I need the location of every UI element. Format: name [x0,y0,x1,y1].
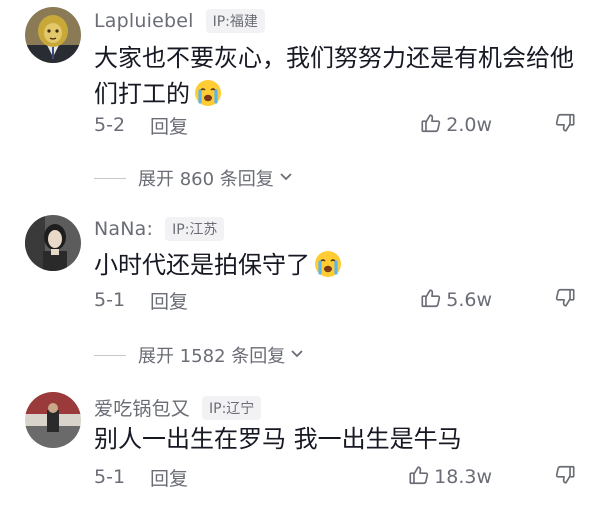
comment-header: Lapluiebel IP:福建 [94,9,265,33]
comment-text-line: 别人一出生在罗马 我一出生是牛马 [94,425,462,453]
comment-meta: 5-2 回复 2.0w [94,110,580,140]
thumbs-down-icon [554,287,576,314]
like-button[interactable]: 18.3w [408,464,492,491]
reply-button[interactable]: 回复 [150,464,188,491]
chevron-down-icon [289,345,305,366]
comment-text-line: 小时代还是拍保守了 [94,251,310,279]
comment-header: 爱吃锅包又 IP:辽宁 [94,394,262,421]
avatar[interactable] [25,215,81,271]
divider-line [94,177,126,179]
dislike-button[interactable] [554,112,576,139]
expand-replies-button[interactable]: 展开 860 条回复 [94,165,294,191]
thumbs-down-icon [554,112,576,139]
comment-date: 5-1 [94,466,126,488]
comment-header: NaNa: IP:江苏 [94,217,225,241]
like-count: 5.6w [446,289,492,311]
comment-text: 别人一出生在罗马 我一出生是牛马 [94,421,574,457]
comment-date: 5-2 [94,114,126,136]
username[interactable]: 爱吃锅包又 [94,394,190,421]
avatar[interactable] [25,7,81,63]
comment-text: 小时代还是拍保守了 [94,247,574,283]
thumbs-up-icon [420,287,442,314]
comment-text: 大家也不要灰心，我们努努力还是有机会给他 们打工的 [94,40,574,112]
comment-text-line: 们打工的 [94,80,190,108]
comment-text-line: 大家也不要灰心，我们努努力还是有机会给他 [94,44,574,72]
reply-button[interactable]: 回复 [150,112,188,139]
username[interactable]: Lapluiebel [94,10,194,32]
reply-button[interactable]: 回复 [150,287,188,314]
dislike-button[interactable] [554,287,576,314]
like-count: 2.0w [446,114,492,136]
ip-location-badge: IP:辽宁 [202,395,262,420]
chevron-down-icon [278,168,294,189]
like-button[interactable]: 2.0w [420,112,492,139]
ip-location-badge: IP:福建 [205,9,265,33]
ip-location-badge: IP:江苏 [165,217,225,241]
username[interactable]: NaNa: [94,218,153,240]
expand-replies-label: 展开 1582 条回复 [138,346,286,367]
expand-replies-button[interactable]: 展开 1582 条回复 [94,342,305,368]
comment-date: 5-1 [94,289,126,311]
comment-meta: 5-1 回复 18.3w [94,462,580,492]
thumbs-up-icon [420,112,442,139]
divider-line [94,354,126,356]
like-button[interactable]: 5.6w [420,287,492,314]
thumbs-down-icon [554,464,576,491]
dislike-button[interactable] [554,464,576,491]
comment-meta: 5-1 回复 5.6w [94,285,580,315]
crying-face-icon [313,249,343,279]
crying-face-icon [193,78,223,108]
expand-replies-label: 展开 860 条回复 [138,169,274,190]
like-count: 18.3w [434,466,492,488]
thumbs-up-icon [408,464,430,491]
avatar[interactable] [25,392,81,448]
